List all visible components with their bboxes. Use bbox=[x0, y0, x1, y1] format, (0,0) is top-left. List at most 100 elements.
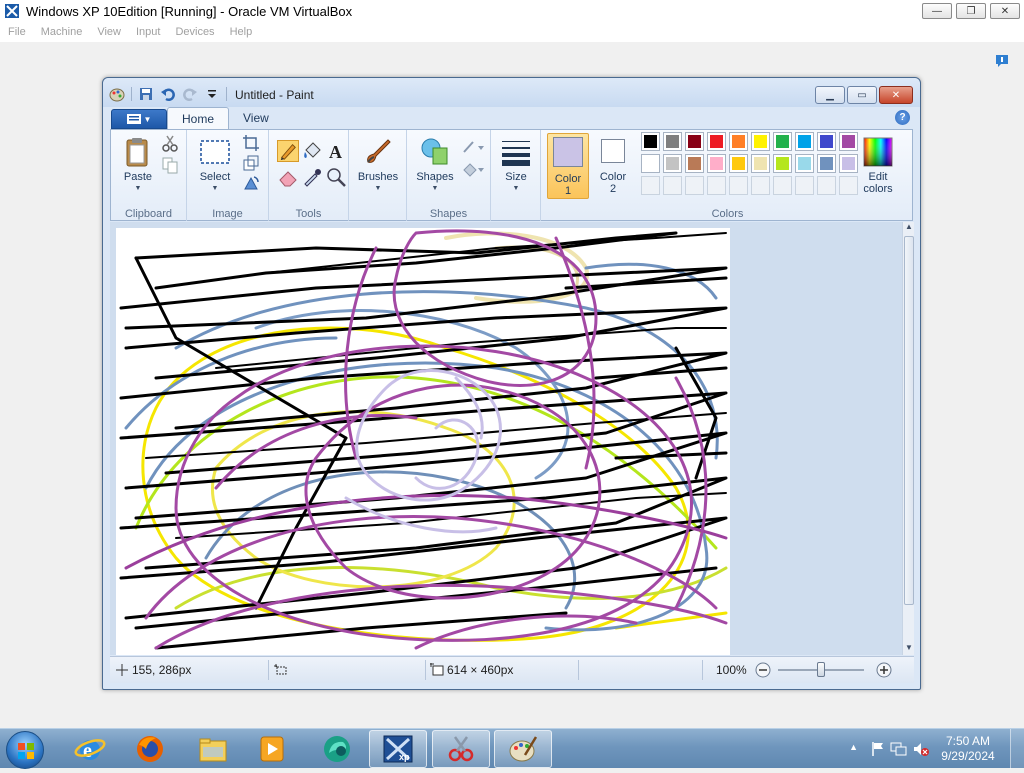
scrollbar-thumb[interactable] bbox=[904, 236, 914, 605]
outline-icon[interactable] bbox=[461, 138, 485, 156]
notification-bubble-icon[interactable] bbox=[994, 53, 1010, 69]
clock[interactable]: 7:50 AM 9/29/2024 bbox=[932, 734, 1004, 764]
drawing-canvas[interactable] bbox=[116, 228, 730, 655]
start-button[interactable] bbox=[6, 731, 44, 769]
size-button[interactable]: Size ▼ bbox=[497, 136, 535, 195]
eraser-icon[interactable] bbox=[277, 166, 299, 188]
palette-swatch[interactable] bbox=[707, 132, 726, 151]
menu-file[interactable]: File bbox=[8, 26, 26, 38]
palette-swatch[interactable] bbox=[685, 132, 704, 151]
show-hidden-icons-icon[interactable]: ▲ bbox=[849, 742, 858, 752]
custom-color-slot[interactable] bbox=[707, 176, 726, 195]
action-center-flag-icon[interactable] bbox=[870, 741, 886, 757]
browser-icon bbox=[324, 736, 350, 762]
paint-close-button[interactable]: ✕ bbox=[879, 86, 913, 104]
menu-machine[interactable]: Machine bbox=[41, 26, 83, 38]
swatch-color bbox=[798, 157, 811, 170]
pencil-icon[interactable] bbox=[277, 140, 299, 162]
vertical-scrollbar[interactable]: ▲ ▼ bbox=[902, 222, 914, 655]
volume-muted-icon[interactable] bbox=[912, 741, 930, 757]
taskbar-browser[interactable] bbox=[308, 730, 366, 768]
text-icon[interactable]: A bbox=[325, 140, 347, 162]
vbox-minimize-button[interactable]: — bbox=[922, 3, 952, 19]
custom-color-slot[interactable] bbox=[663, 176, 682, 195]
taskbar-snipping-tool[interactable] bbox=[432, 730, 490, 768]
magnifier-icon[interactable] bbox=[325, 166, 347, 188]
vbox-restore-button[interactable]: ❐ bbox=[956, 3, 986, 19]
color2-swatch bbox=[601, 139, 625, 163]
crop-icon[interactable] bbox=[242, 134, 260, 152]
zoom-in-icon[interactable] bbox=[876, 662, 892, 678]
palette-swatch[interactable] bbox=[817, 154, 836, 173]
group-colors: Color 1 Color 2 Edit colors Colors bbox=[541, 130, 914, 221]
select-button[interactable]: Select ▼ bbox=[195, 136, 235, 195]
custom-color-slot[interactable] bbox=[641, 176, 660, 195]
palette-swatch[interactable] bbox=[663, 154, 682, 173]
taskbar-firefox[interactable] bbox=[121, 730, 179, 768]
taskbar-windows-explorer[interactable] bbox=[184, 730, 242, 768]
palette-swatch[interactable] bbox=[773, 154, 792, 173]
swatch-color bbox=[754, 135, 767, 148]
palette-swatch[interactable] bbox=[773, 132, 792, 151]
palette-swatch[interactable] bbox=[641, 154, 660, 173]
color1-button[interactable]: Color 1 bbox=[547, 133, 589, 199]
fill-icon[interactable] bbox=[301, 140, 323, 162]
vbox-menubar: File Machine View Input Devices Help bbox=[0, 22, 1024, 42]
custom-color-slot[interactable] bbox=[817, 176, 836, 195]
custom-color-slot[interactable] bbox=[685, 176, 704, 195]
undo-icon[interactable] bbox=[160, 86, 176, 102]
palette-swatch[interactable] bbox=[729, 132, 748, 151]
menu-view[interactable]: View bbox=[97, 26, 121, 38]
palette-swatch[interactable] bbox=[817, 132, 836, 151]
redo-icon[interactable] bbox=[182, 86, 198, 102]
palette-swatch[interactable] bbox=[663, 132, 682, 151]
taskbar-paint[interactable] bbox=[494, 730, 552, 768]
color2-button[interactable]: Color 2 bbox=[593, 136, 633, 195]
canvas-area[interactable] bbox=[110, 222, 902, 655]
show-desktop-button[interactable] bbox=[1010, 729, 1024, 769]
brushes-button[interactable]: Brushes ▼ bbox=[354, 136, 402, 195]
palette-swatch[interactable] bbox=[685, 154, 704, 173]
network-icon[interactable] bbox=[890, 741, 908, 757]
custom-color-slot[interactable] bbox=[729, 176, 748, 195]
tab-home[interactable]: Home bbox=[167, 107, 230, 129]
palette-swatch[interactable] bbox=[795, 132, 814, 151]
custom-color-slot[interactable] bbox=[751, 176, 770, 195]
shapes-button[interactable]: Shapes ▼ bbox=[411, 136, 459, 195]
palette-swatch[interactable] bbox=[707, 154, 726, 173]
taskbar-internet-explorer[interactable]: e bbox=[61, 730, 119, 768]
zoom-slider-thumb[interactable] bbox=[817, 662, 825, 677]
palette-swatch[interactable] bbox=[641, 132, 660, 151]
custom-color-slot[interactable] bbox=[773, 176, 792, 195]
fill-shape-icon[interactable] bbox=[461, 160, 485, 178]
zoom-out-icon[interactable] bbox=[755, 662, 771, 678]
paint-maximize-button[interactable]: ▭ bbox=[847, 86, 877, 104]
scroll-down-icon[interactable]: ▼ bbox=[903, 643, 915, 655]
save-icon[interactable] bbox=[138, 86, 154, 102]
menu-input[interactable]: Input bbox=[136, 26, 160, 38]
menu-devices[interactable]: Devices bbox=[175, 26, 214, 38]
help-icon[interactable]: ? bbox=[895, 110, 910, 125]
custom-color-slot[interactable] bbox=[795, 176, 814, 195]
palette-swatch[interactable] bbox=[729, 154, 748, 173]
resize-icon[interactable] bbox=[242, 154, 260, 172]
tab-view[interactable]: View bbox=[229, 107, 283, 129]
vbox-close-button[interactable]: ✕ bbox=[990, 3, 1020, 19]
cut-icon[interactable] bbox=[161, 134, 179, 152]
taskbar-media-player[interactable] bbox=[243, 730, 301, 768]
paint-menu-button[interactable]: ▼ bbox=[111, 109, 167, 129]
rotate-icon[interactable] bbox=[242, 174, 260, 192]
palette-swatch[interactable] bbox=[795, 154, 814, 173]
palette-swatch[interactable] bbox=[751, 132, 770, 151]
copy-icon[interactable] bbox=[161, 156, 179, 174]
scroll-up-icon[interactable]: ▲ bbox=[903, 222, 915, 234]
paint-minimize-button[interactable]: ▁ bbox=[815, 86, 845, 104]
menu-help[interactable]: Help bbox=[230, 26, 253, 38]
color-picker-icon[interactable] bbox=[301, 166, 323, 188]
paste-button[interactable]: Paste ▼ bbox=[119, 136, 157, 195]
media-player-icon bbox=[260, 736, 284, 762]
customize-qat-icon[interactable] bbox=[204, 86, 220, 102]
edit-colors-button[interactable]: Edit colors bbox=[853, 136, 903, 195]
palette-swatch[interactable] bbox=[751, 154, 770, 173]
taskbar-virtualbox[interactable]: xp bbox=[369, 730, 427, 768]
